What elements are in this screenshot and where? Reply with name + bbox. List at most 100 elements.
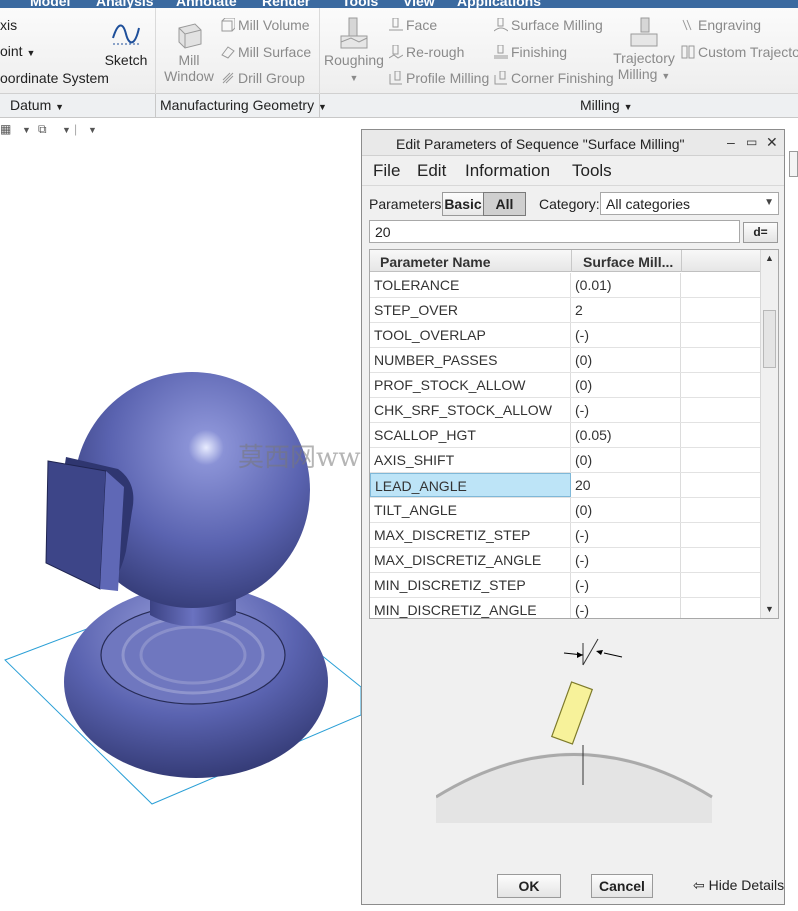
profile-milling-button[interactable]: Profile Milling: [389, 70, 489, 86]
table-row[interactable]: CHK_SRF_STOCK_ALLOW (-): [370, 398, 760, 423]
table-row[interactable]: TOLERANCE (0.01): [370, 273, 760, 298]
menu-file[interactable]: File: [373, 161, 400, 181]
parameter-value-cell[interactable]: 2: [572, 298, 681, 322]
drill-group-button[interactable]: Drill Group: [221, 70, 305, 86]
rerough-button[interactable]: Re-rough: [388, 44, 464, 60]
parameter-filter-input[interactable]: 20: [369, 220, 740, 243]
datum-point-button[interactable]: oint ▼: [0, 43, 35, 59]
sketch-button[interactable]: Sketch: [104, 20, 148, 68]
parameter-name-cell[interactable]: TOLERANCE: [370, 273, 571, 297]
table-scrollbar[interactable]: ▲ ▼: [760, 250, 778, 618]
table-row[interactable]: TOOL_OVERLAP (-): [370, 323, 760, 348]
parameter-name-cell[interactable]: AXIS_SHIFT: [370, 448, 571, 472]
face-button[interactable]: Face: [389, 17, 437, 33]
table-row[interactable]: MAX_DISCRETIZ_STEP (-): [370, 523, 760, 548]
tab-view[interactable]: View: [403, 0, 435, 8]
model-viewport[interactable]: [0, 145, 361, 911]
parameter-value-cell[interactable]: 20: [572, 473, 681, 497]
menu-tools[interactable]: Tools: [572, 161, 612, 181]
menu-edit[interactable]: Edit: [417, 161, 446, 181]
parameter-value-cell[interactable]: (-): [572, 323, 681, 347]
parameter-value-cell[interactable]: (-): [572, 398, 681, 422]
parameter-value-cell[interactable]: (-): [572, 523, 681, 547]
parameter-name-cell[interactable]: MIN_DISCRETIZ_STEP: [370, 573, 571, 597]
scroll-up-icon[interactable]: ▲: [761, 250, 778, 267]
tab-tools[interactable]: Tools: [342, 0, 378, 8]
cancel-button[interactable]: Cancel: [591, 874, 653, 898]
parameter-name-cell[interactable]: NUMBER_PASSES: [370, 348, 571, 372]
engraving-button[interactable]: Engraving: [681, 17, 761, 33]
surface-milling-button[interactable]: Surface Milling: [493, 17, 603, 33]
scroll-down-icon[interactable]: ▼: [761, 601, 778, 618]
parameter-value-cell[interactable]: (-): [572, 598, 681, 618]
datum-group-button[interactable]: Datum ▼: [10, 97, 64, 113]
menu-information[interactable]: Information: [465, 161, 550, 181]
minimize-icon[interactable]: –: [727, 134, 735, 150]
basic-button[interactable]: Basic: [442, 192, 484, 216]
corner-finishing-button[interactable]: Corner Finishing: [494, 70, 614, 86]
mill-volume-button[interactable]: Mill Volume: [221, 17, 310, 33]
table-row[interactable]: MIN_DISCRETIZ_ANGLE (-): [370, 598, 760, 618]
tab-model[interactable]: Model: [30, 0, 70, 8]
parameter-name-cell[interactable]: CHK_SRF_STOCK_ALLOW: [370, 398, 571, 422]
mill-surface-button[interactable]: Mill Surface: [221, 44, 311, 60]
all-button[interactable]: All: [483, 192, 526, 216]
parameter-name-cell[interactable]: PROF_STOCK_ALLOW: [370, 373, 571, 397]
table-row[interactable]: LEAD_ANGLE 20: [370, 473, 760, 498]
table-row[interactable]: NUMBER_PASSES (0): [370, 348, 760, 373]
side-panel-toggle[interactable]: [789, 151, 798, 177]
d-equals-button[interactable]: d=: [743, 222, 778, 243]
table-row[interactable]: MIN_DISCRETIZ_STEP (-): [370, 573, 760, 598]
parameter-value-cell[interactable]: (0): [572, 448, 681, 472]
roughing-button[interactable]: Roughing ▼: [323, 16, 385, 86]
table-row[interactable]: SCALLOP_HGT (0.05): [370, 423, 760, 448]
parameter-name-cell[interactable]: SCALLOP_HGT: [370, 423, 571, 447]
mill-window-button[interactable]: Mill Window: [163, 18, 215, 84]
milling-group-button[interactable]: Milling ▼: [580, 97, 633, 113]
hide-details-button[interactable]: ⇦ Hide Details: [693, 877, 784, 894]
parameter-value-cell[interactable]: (0.05): [572, 423, 681, 447]
saved-views-icon[interactable]: ⧉: [38, 122, 47, 137]
column-header-name[interactable]: Parameter Name: [380, 254, 491, 270]
table-row[interactable]: STEP_OVER 2: [370, 298, 760, 323]
mfg-geometry-group-button[interactable]: Manufacturing Geometry ▼: [160, 97, 327, 113]
tab-render[interactable]: Render: [262, 0, 310, 8]
close-icon[interactable]: ✕: [766, 134, 778, 151]
column-header-value[interactable]: Surface Mill...: [583, 254, 681, 270]
parameter-name-cell[interactable]: MAX_DISCRETIZ_ANGLE: [370, 548, 571, 572]
scroll-thumb[interactable]: [763, 310, 776, 368]
chevron-down-icon[interactable]: ▼: [62, 125, 71, 135]
parameter-name-cell[interactable]: TILT_ANGLE: [370, 498, 571, 522]
category-select[interactable]: All categories ▼: [600, 192, 779, 215]
table-row[interactable]: TILT_ANGLE (0): [370, 498, 760, 523]
parameter-name-cell[interactable]: LEAD_ANGLE: [370, 473, 571, 497]
display-style-icon[interactable]: ▦: [0, 122, 11, 136]
table-row[interactable]: MAX_DISCRETIZ_ANGLE (-): [370, 548, 760, 573]
chevron-down-icon[interactable]: ▼: [26, 48, 35, 58]
trajectory-milling-button[interactable]: Trajectory Milling ▼: [612, 16, 676, 84]
custom-trajectory-button[interactable]: Custom Trajector: [681, 44, 798, 60]
chevron-down-icon[interactable]: ▼: [350, 73, 359, 83]
tab-applications[interactable]: Applications: [457, 0, 541, 8]
coordinate-system-button[interactable]: oordinate System: [0, 70, 109, 86]
parameter-value-cell[interactable]: (0): [572, 348, 681, 372]
parameter-name-cell[interactable]: TOOL_OVERLAP: [370, 323, 571, 347]
parameter-value-cell[interactable]: (0): [572, 498, 681, 522]
parameter-value-cell[interactable]: (0.01): [572, 273, 681, 297]
parameter-value-cell[interactable]: (0): [572, 373, 681, 397]
toolbar-overflow-icon[interactable]: ▼: [88, 125, 97, 135]
parameter-value-cell[interactable]: (-): [572, 573, 681, 597]
parameter-name-cell[interactable]: STEP_OVER: [370, 298, 571, 322]
parameter-name-cell[interactable]: MAX_DISCRETIZ_STEP: [370, 523, 571, 547]
parameter-value-cell[interactable]: (-): [572, 548, 681, 572]
chevron-down-icon[interactable]: ▼: [661, 71, 670, 81]
parameter-name-cell[interactable]: MIN_DISCRETIZ_ANGLE: [370, 598, 571, 618]
datum-axis-button[interactable]: xis: [0, 17, 17, 33]
tab-analysis[interactable]: Analysis: [96, 0, 154, 8]
ok-button[interactable]: OK: [497, 874, 561, 898]
table-row[interactable]: AXIS_SHIFT (0): [370, 448, 760, 473]
table-row[interactable]: PROF_STOCK_ALLOW (0): [370, 373, 760, 398]
tab-annotate[interactable]: Annotate: [176, 0, 237, 8]
chevron-down-icon[interactable]: ▼: [22, 125, 31, 135]
maximize-icon[interactable]: ▭: [746, 135, 757, 149]
